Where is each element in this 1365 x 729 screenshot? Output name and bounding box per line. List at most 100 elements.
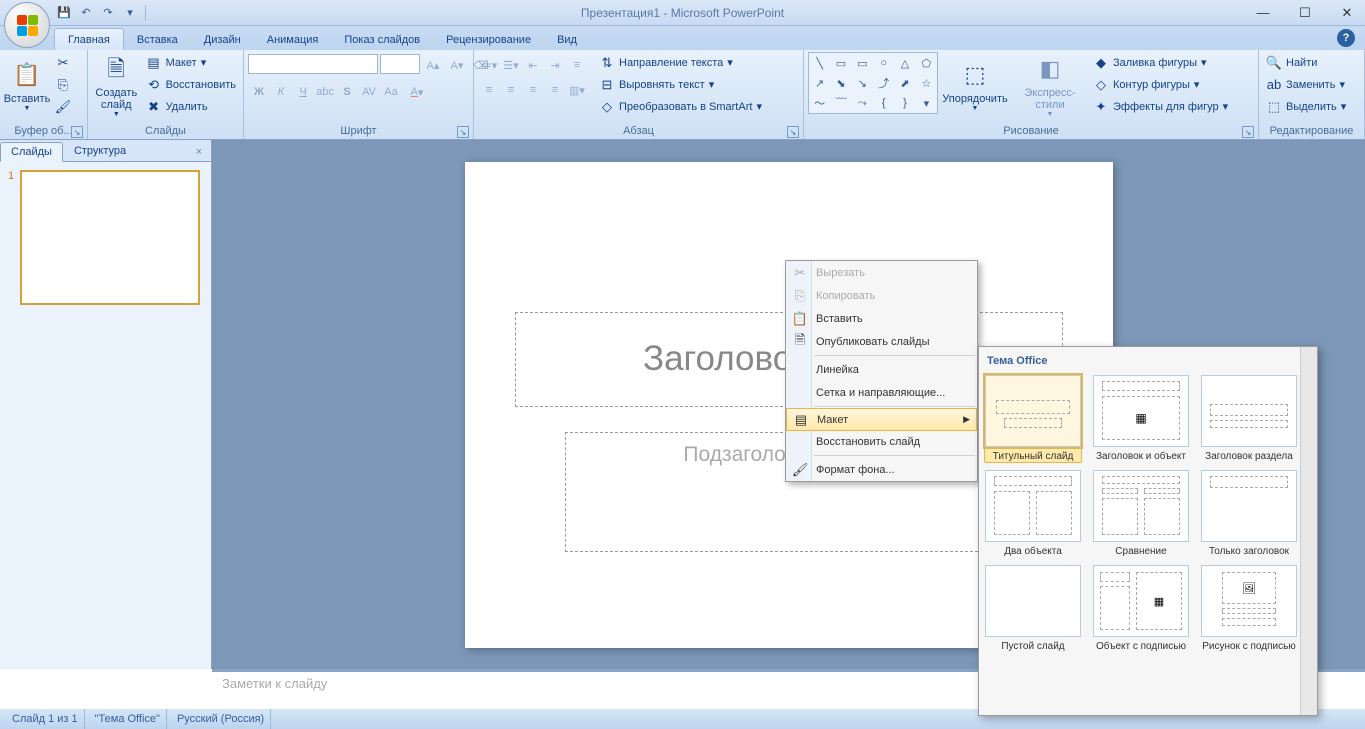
layout-title-content[interactable]: ▦ Заголовок и объект: [1093, 375, 1189, 462]
qat-undo[interactable]: ↶: [76, 3, 96, 23]
cm-paste[interactable]: 📋Вставить: [786, 307, 977, 330]
align-left-button[interactable]: ≡: [478, 79, 500, 101]
office-logo-icon: [17, 15, 38, 36]
layout-two-content[interactable]: Два объекта: [985, 470, 1081, 557]
bold-button[interactable]: Ж: [248, 81, 270, 103]
justify-button[interactable]: ≡: [544, 79, 566, 101]
font-color-button[interactable]: A▾: [402, 81, 432, 103]
tab-home[interactable]: Главная: [54, 28, 124, 50]
outline-close[interactable]: ×: [193, 143, 205, 161]
group-editing: 🔍Найти abЗаменить ▾ ⬚Выделить ▾ Редактир…: [1259, 50, 1365, 139]
qat-redo[interactable]: ↷: [98, 3, 118, 23]
shapes-gallery[interactable]: ╲▭▭○△⬠ ↗⬊↘⤴⬈☆ 〜﹋⤳{}▾: [808, 52, 938, 114]
layout-content-caption[interactable]: ▦ Объект с подписью: [1093, 565, 1189, 652]
help-button[interactable]: ?: [1337, 29, 1355, 47]
tab-structure[interactable]: Структура: [63, 141, 137, 161]
office-button[interactable]: [4, 2, 50, 48]
outline-pane: Слайды Структура × 1: [0, 140, 212, 669]
bullets-button[interactable]: ≔▾: [478, 54, 500, 76]
close-button[interactable]: ✕: [1335, 3, 1359, 23]
shape-effects-button[interactable]: ✦Эффекты для фигур ▾: [1090, 96, 1231, 117]
copy-button[interactable]: ⎘: [52, 74, 74, 95]
numbering-button[interactable]: ☰▾: [500, 54, 522, 76]
paste-icon: 📋: [11, 59, 43, 91]
grow-font-button[interactable]: A▴: [422, 54, 444, 76]
context-menu: ✂Вырезать ⎘Копировать 📋Вставить 🗎Опублик…: [785, 260, 978, 482]
qat-save[interactable]: 💾: [54, 3, 74, 23]
tab-design[interactable]: Дизайн: [191, 29, 254, 50]
select-button[interactable]: ⬚Выделить ▾: [1263, 96, 1349, 117]
layout-icon: ▤: [792, 411, 810, 429]
font-name-input[interactable]: [248, 54, 378, 74]
layout-scrollbar[interactable]: [1300, 347, 1317, 715]
outdent-button[interactable]: ⇤: [522, 54, 544, 76]
paste-button[interactable]: 📋 Вставить ▼: [4, 52, 50, 120]
brush-icon: 🖌: [55, 99, 71, 115]
new-slide-label: Создать слайд: [92, 87, 141, 111]
underline-button[interactable]: Ч: [292, 81, 314, 103]
spacing-button[interactable]: AV: [358, 81, 380, 103]
find-button[interactable]: 🔍Найти: [1263, 52, 1349, 73]
smartart-icon: ◇: [599, 99, 615, 115]
cm-ruler[interactable]: Линейка: [786, 358, 977, 381]
layout-button[interactable]: ▤Макет ▾: [143, 52, 239, 73]
cut-button[interactable]: ✂: [52, 52, 74, 73]
clipboard-launcher[interactable]: ↘: [71, 126, 83, 138]
minimize-button[interactable]: —: [1251, 3, 1275, 23]
strike-button[interactable]: abc: [314, 81, 336, 103]
status-language[interactable]: Русский (Россия): [171, 709, 271, 729]
tab-animation[interactable]: Анимация: [254, 29, 332, 50]
cm-layout[interactable]: ▤Макет▶: [786, 408, 977, 431]
layout-flyout-header: Тема Office: [985, 351, 1294, 375]
cm-grid[interactable]: Сетка и направляющие...: [786, 381, 977, 404]
indent-button[interactable]: ⇥: [544, 54, 566, 76]
layout-title-slide[interactable]: Титульный слайд: [984, 374, 1082, 463]
italic-button[interactable]: К: [270, 81, 292, 103]
qat-customize[interactable]: ▾: [120, 3, 140, 23]
paste-icon: 📋: [791, 310, 809, 328]
tab-insert[interactable]: Вставка: [124, 29, 191, 50]
columns-button[interactable]: ▥▾: [566, 79, 588, 101]
font-launcher[interactable]: ↘: [457, 126, 469, 138]
tab-slides-thumbs[interactable]: Слайды: [0, 142, 63, 162]
shape-outline-button[interactable]: ◇Контур фигуры ▾: [1090, 74, 1231, 95]
quick-access-toolbar: 💾 ↶ ↷ ▾: [54, 0, 149, 25]
cm-publish[interactable]: 🗎Опубликовать слайды: [786, 330, 977, 353]
paragraph-launcher[interactable]: ↘: [787, 126, 799, 138]
maximize-button[interactable]: ☐: [1293, 3, 1317, 23]
reset-button[interactable]: ⟲Восстановить: [143, 74, 239, 95]
shape-fill-button[interactable]: ◆Заливка фигуры ▾: [1090, 52, 1231, 73]
cm-format[interactable]: 🖌Формат фона...: [786, 458, 977, 481]
layout-blank[interactable]: Пустой слайд: [985, 565, 1081, 652]
slide-thumbnail-1[interactable]: [20, 170, 200, 305]
layout-comparison[interactable]: Сравнение: [1093, 470, 1189, 557]
thumbnail-list: 1: [0, 162, 211, 313]
align-text-button[interactable]: ⊟Выровнять текст ▾: [596, 74, 765, 95]
tab-review[interactable]: Рецензирование: [433, 29, 544, 50]
new-slide-button[interactable]: 🗎 Создать слайд ▼: [92, 52, 141, 120]
tab-slideshow[interactable]: Показ слайдов: [331, 29, 433, 50]
align-center-button[interactable]: ≡: [500, 79, 522, 101]
shrink-font-button[interactable]: A▾: [446, 54, 468, 76]
tab-view[interactable]: Вид: [544, 29, 590, 50]
layout-title-only[interactable]: Только заголовок: [1201, 470, 1297, 557]
arrange-button[interactable]: ⬚ Упорядочить▼: [940, 52, 1010, 120]
align-right-button[interactable]: ≡: [522, 79, 544, 101]
status-theme: "Тема Office": [89, 709, 167, 729]
format-painter-button[interactable]: 🖌: [52, 96, 74, 117]
shadow-button[interactable]: S: [336, 81, 358, 103]
copy-icon: ⎘: [791, 287, 809, 305]
smartart-button[interactable]: ◇Преобразовать в SmartArt ▾: [596, 96, 765, 117]
textdir-icon: ⇅: [599, 55, 615, 71]
text-direction-button[interactable]: ⇅Направление текста ▾: [596, 52, 765, 73]
case-button[interactable]: Aa: [380, 81, 402, 103]
replace-button[interactable]: abЗаменить ▾: [1263, 74, 1349, 95]
font-size-input[interactable]: [380, 54, 420, 74]
layout-section-header[interactable]: Заголовок раздела: [1201, 375, 1297, 462]
delete-button[interactable]: ✖Удалить: [143, 96, 239, 117]
drawing-launcher[interactable]: ↘: [1242, 126, 1254, 138]
linespace-button[interactable]: ≡: [566, 54, 588, 76]
cm-reset[interactable]: Восстановить слайд: [786, 430, 977, 453]
layout-picture-caption[interactable]: 🖼 Рисунок с подписью: [1201, 565, 1297, 652]
quick-styles-button[interactable]: ◧ Экспресс-стили▼: [1012, 52, 1088, 120]
